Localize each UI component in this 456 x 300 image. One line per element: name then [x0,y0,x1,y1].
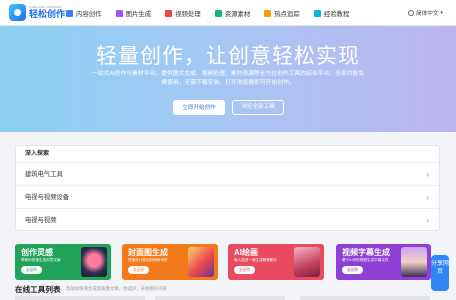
card-button[interactable]: 去创作 [128,266,150,274]
card-illustration [188,247,214,277]
nav-item-label: 资源素材 [224,10,251,18]
nav-item-tutorials[interactable]: 经验教程 [313,0,350,26]
explore-panel: 深入探索 建筑电气工具 › 电视与视频设备 › 电视与视频 › [15,145,440,231]
explore-heading: 深入探索 [16,146,439,163]
card-illustration [294,247,320,277]
hero-description: 一站式AI创作与素材平台，提供图文生成、视频处理、素材资源等全方位创作工具的综合… [91,71,365,86]
logo-name: 轻松创作 [29,9,66,19]
chevron-down-icon: ▾ [440,10,443,16]
nav-item-video[interactable]: 视频处理 [165,0,201,26]
nav-item-label: 热点追踪 [274,10,300,18]
globe-icon [408,10,414,16]
explore-item[interactable]: 建筑电气工具 › [16,163,439,186]
feature-card-subtitles[interactable]: 视频字幕生成 基于AI识别视频生成字幕文件 去创作 [336,244,431,280]
logo-icon [9,4,26,21]
flame-icon [264,9,272,17]
tools-section-subtitle: 帮助你快速生成高质量文章，你选择，开始图片内容 [66,286,167,291]
explore-item-label: 建筑电气工具 [25,171,63,178]
card-button[interactable]: 去创作 [21,266,43,274]
card-illustration [81,247,107,277]
explore-item[interactable]: 电视与视频 › [16,209,439,232]
hero-title: 轻量创作，让创意轻松实现 [96,45,360,68]
folder-icon [214,9,222,17]
nav-item-trending[interactable]: 热点追踪 [264,0,300,26]
top-navbar: PURE AIGC CREATION 轻松创作 内容创作 图片生成 视频处理 资… [0,0,456,26]
feature-card-cover[interactable]: 封面图生成 快速设计原创封面和海报 去创作 [122,244,218,280]
nav-menu: 内容创作 图片生成 视频处理 资源素材 热点追踪 经验教程 [66,0,363,26]
nav-item-image[interactable]: 图片生成 [115,0,152,26]
feature-card-ai-painting[interactable]: AI绘画 输入描述一键生成精美图片 去创作 [228,244,324,280]
nav-item-label: 内容创作 [76,10,102,18]
feature-card-inspiration[interactable]: 创作灵感 帮助你快速生成创意文案 去创作 [15,244,111,280]
card-subtitle: 基于AI识别视频生成字幕文件 [342,258,389,262]
book-icon [313,9,321,17]
nav-item-content[interactable]: 内容创作 [66,0,102,26]
chevron-right-icon: › [426,193,429,202]
tool-row-placeholder [300,296,430,300]
explore-item[interactable]: 电视与视频设备 › [16,186,439,209]
nav-item-resources[interactable]: 资源素材 [214,0,251,26]
card-title: 视频字幕生成 [342,248,390,257]
card-title: AI绘画 [234,248,258,257]
tool-row-placeholder [155,296,285,300]
card-subtitle: 快速设计原创封面和海报 [128,258,168,262]
card-button[interactable]: 去创作 [342,266,364,274]
chevron-right-icon: › [426,216,429,225]
chevron-right-icon: › [426,170,429,179]
video-icon [165,9,173,17]
card-subtitle: 输入描述一键生成精美图片 [234,258,278,262]
nav-item-label: 图片生成 [125,10,152,18]
nav-item-label: 经验教程 [323,10,350,18]
share-float-button[interactable]: 分享网页 [431,255,449,291]
explore-item-label: 电视与视频 [25,217,57,224]
image-icon [115,9,123,17]
card-title: 创作灵感 [21,248,53,257]
card-illustration [401,247,427,277]
language-selector[interactable]: 简体中文 ▾ [408,9,443,17]
site-logo[interactable]: PURE AIGC CREATION 轻松创作 [9,4,65,21]
browse-tools-button[interactable]: 浏览全部工具 [232,100,284,115]
card-title: 封面图生成 [128,248,168,257]
hero-banner: 轻量创作，让创意轻松实现 一站式AI创作与素材平台，提供图文生成、视频处理、素材… [0,26,456,132]
card-button[interactable]: 去创作 [234,266,256,274]
nav-item-label: 视频处理 [175,10,201,18]
explore-item-label: 电视与视频设备 [25,194,70,201]
document-icon [66,9,73,17]
language-label: 简体中文 [416,11,439,17]
tools-section-title: 在线工具列表 [15,285,61,294]
tool-row-placeholder [15,296,145,300]
card-subtitle: 帮助你快速生成创意文案 [21,258,61,262]
start-creating-button[interactable]: 立即开始创作 [173,100,225,115]
